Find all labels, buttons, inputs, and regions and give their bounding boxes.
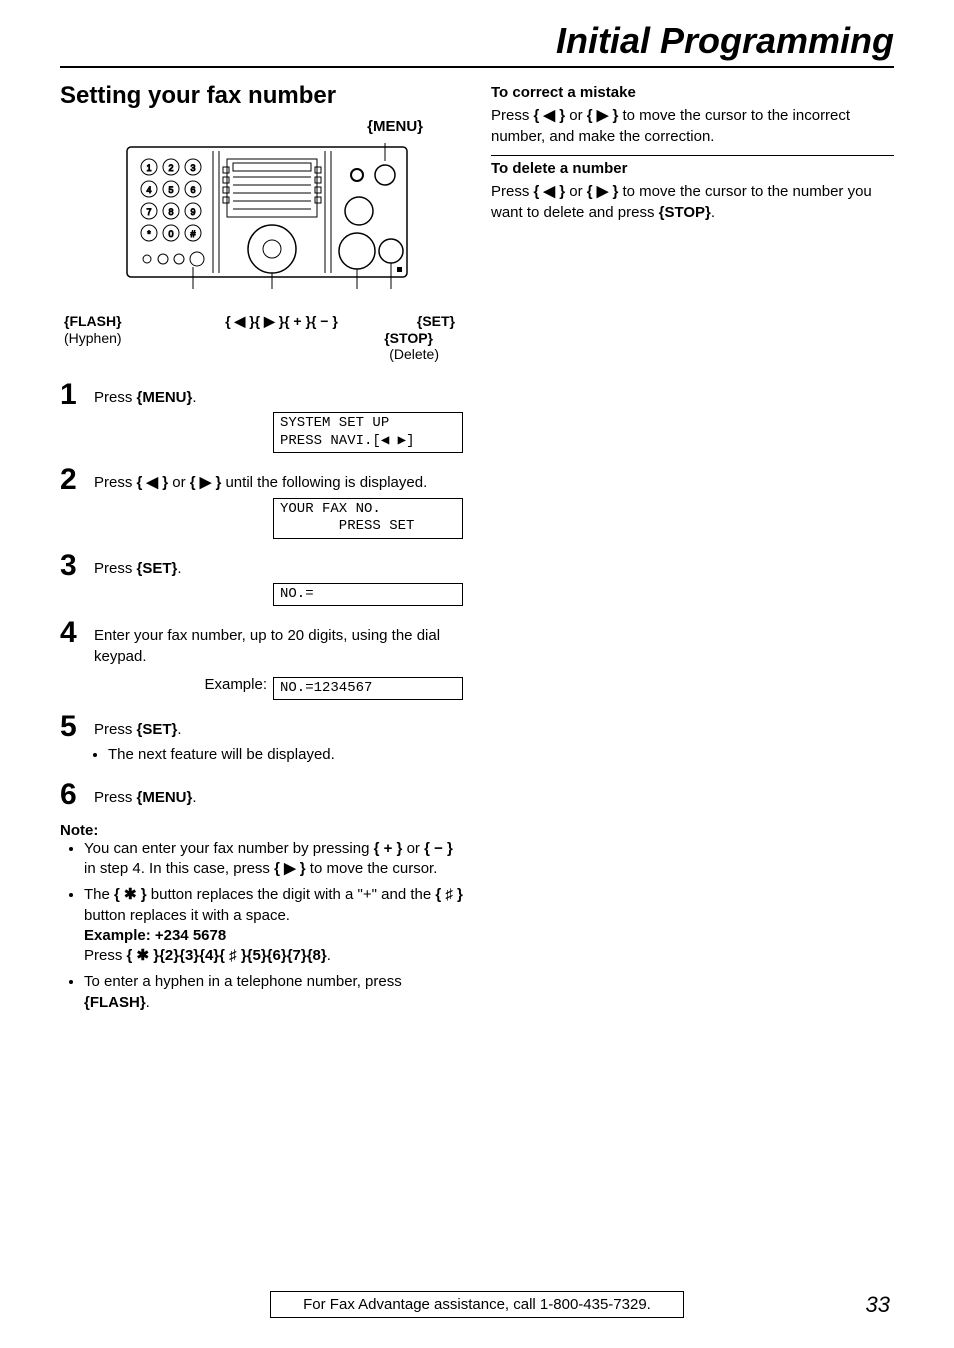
svg-text:5: 5	[168, 185, 173, 195]
step-number: 1	[60, 380, 94, 410]
svg-text:0: 0	[168, 229, 173, 239]
delete-heading: To delete a number	[491, 155, 894, 177]
key-button: {FLASH}	[84, 994, 146, 1011]
svg-text:1: 1	[146, 163, 151, 173]
key-button: { ▶ }	[587, 183, 619, 200]
step-number: 6	[60, 780, 94, 810]
correct-heading: To correct a mistake	[491, 84, 894, 101]
key-button: { ♯ }	[435, 886, 463, 903]
svg-text:#: #	[190, 229, 195, 239]
key-button: {SET}	[137, 560, 178, 577]
svg-text:7: 7	[146, 207, 151, 217]
example-label: Example:	[204, 673, 273, 695]
step: 4Enter your fax number, up to 20 digits,…	[60, 618, 463, 700]
flash-sublabel: (Hyphen)	[60, 330, 170, 346]
step: 5Press {SET}.The next feature will be di…	[60, 712, 463, 768]
step-body: Press {SET}.NO.=	[94, 551, 463, 607]
stop-sublabel: (Delete)	[60, 346, 463, 362]
step: 2Press { ◀ } or { ▶ } until the followin…	[60, 465, 463, 538]
key-button: { ✱ }	[114, 886, 147, 903]
key-button: {MENU}	[137, 389, 193, 406]
set-button-label: {SET}	[417, 313, 455, 329]
key-button: { ▶ }	[190, 474, 222, 491]
lcd-display: NO.=1234567	[273, 677, 463, 701]
step-body: Enter your fax number, up to 20 digits, …	[94, 618, 463, 700]
step-body: Press {MENU}.SYSTEM SET UP PRESS NAVI.[◀…	[94, 380, 463, 453]
fax-device-diagram: 1 2 3 4 5 6 7 8 9 * 0 #	[107, 139, 417, 309]
step-number: 2	[60, 465, 94, 495]
stop-button-label: {STOP}	[170, 330, 463, 346]
section-title: Setting your fax number	[60, 82, 463, 110]
step-number: 5	[60, 712, 94, 742]
flash-button-label: {FLASH}	[64, 313, 122, 329]
page-number: 33	[866, 1292, 890, 1318]
key-button: { ◀ }	[137, 474, 169, 491]
key-button: {MENU}	[137, 789, 193, 806]
menu-label: {MENU}	[60, 118, 423, 135]
key-button: { ◀ }	[534, 183, 566, 200]
step-number: 3	[60, 551, 94, 581]
svg-text:6: 6	[190, 185, 195, 195]
delete-paragraph: Press { ◀ } or { ▶ } to move the cursor …	[491, 181, 894, 223]
svg-text:4: 4	[146, 185, 151, 195]
note-item: You can enter your fax number by pressin…	[84, 839, 463, 880]
note-item: The { ✱ } button replaces the digit with…	[84, 885, 463, 966]
key-button: { ▶ }	[587, 107, 619, 124]
step-number: 4	[60, 618, 94, 648]
nav-buttons-label: { ◀ }{ ▶ }{ + }{ − }	[225, 313, 338, 329]
lcd-display: SYSTEM SET UP PRESS NAVI.[◀ ▶]	[273, 412, 463, 453]
key-button: { + }	[374, 840, 403, 857]
document-title: Initial Programming	[60, 20, 894, 68]
svg-text:8: 8	[168, 207, 173, 217]
key-button: { ◀ }	[534, 107, 566, 124]
step-body: Press { ◀ } or { ▶ } until the following…	[94, 465, 463, 538]
key-button: {SET}	[137, 721, 178, 738]
key-button: { ▶ }	[274, 860, 306, 877]
svg-text:3: 3	[190, 163, 195, 173]
step-body: Press {MENU}.	[94, 780, 463, 808]
correct-paragraph: Press { ◀ } or { ▶ } to move the cursor …	[491, 105, 894, 147]
key-button: {STOP}	[659, 204, 711, 221]
key-button: { ✱ }{2}{3}{4}{ ♯ }{5}{6}{7}{8}	[127, 947, 327, 964]
svg-text:*: *	[147, 229, 151, 239]
svg-text:2: 2	[168, 163, 173, 173]
step: 6Press {MENU}.	[60, 780, 463, 810]
footer-text: For Fax Advantage assistance, call 1-800…	[270, 1291, 684, 1318]
step: 1Press {MENU}.SYSTEM SET UP PRESS NAVI.[…	[60, 380, 463, 453]
step: 3Press {SET}.NO.=	[60, 551, 463, 607]
lcd-display: NO.=	[273, 583, 463, 607]
note-heading: Note:	[60, 822, 463, 839]
note-example-label: Example: +234 5678	[84, 927, 226, 944]
svg-text:9: 9	[190, 207, 195, 217]
note-item: To enter a hyphen in a telephone number,…	[84, 972, 463, 1013]
step-body: Press {SET}.The next feature will be dis…	[94, 712, 463, 768]
key-button: { − }	[424, 840, 453, 857]
lcd-display: YOUR FAX NO. PRESS SET	[273, 498, 463, 539]
step-bullet: The next feature will be displayed.	[108, 745, 463, 765]
